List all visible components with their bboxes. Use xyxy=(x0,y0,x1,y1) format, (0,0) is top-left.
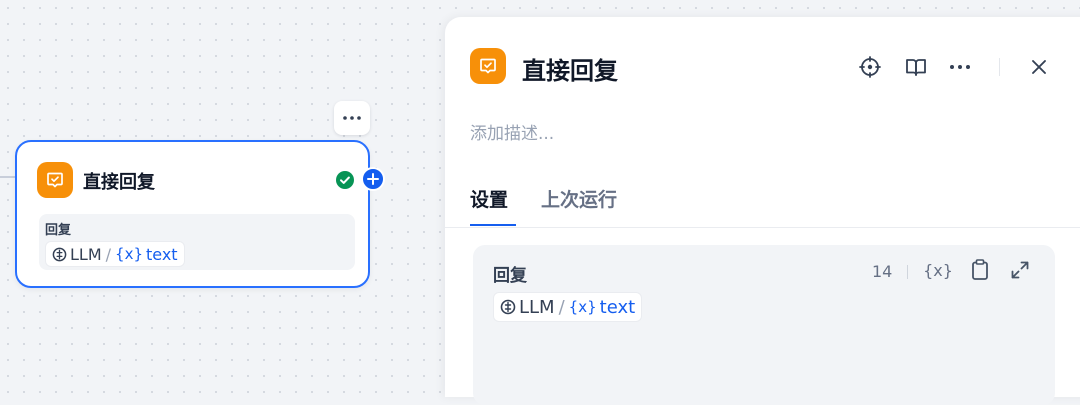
llm-icon xyxy=(52,247,67,261)
expand-icon xyxy=(1011,261,1029,279)
variable-source: LLM xyxy=(70,244,102,264)
node-reply-field: 回复 LLM / {x} text xyxy=(39,214,355,270)
tab-settings[interactable]: 设置 xyxy=(470,185,508,212)
character-count: 14 xyxy=(872,262,893,281)
more-icon xyxy=(343,116,361,120)
reply-icon xyxy=(470,48,506,84)
variable-chip[interactable]: LLM / {x} text xyxy=(493,292,643,322)
variable-separator: / xyxy=(558,296,565,318)
reply-editor[interactable]: 回复 14 {x} LLM / {x} text xyxy=(473,245,1055,405)
reply-icon xyxy=(37,162,73,198)
tabs-divider xyxy=(445,227,1080,228)
insert-variable-icon: {x} xyxy=(923,260,953,280)
description-input[interactable]: 添加描述... xyxy=(470,119,554,144)
node-settings-panel: 直接回复 添加描述... 设置 上次运行 回复 14 {x} LLM / {x}… xyxy=(445,17,1080,405)
llm-icon xyxy=(500,299,516,315)
copy-icon xyxy=(972,259,988,280)
more-icon xyxy=(950,65,970,69)
reply-label: 回复 xyxy=(493,266,527,286)
variable-name: text xyxy=(599,296,636,318)
copy-button[interactable] xyxy=(967,257,993,283)
edge-connector xyxy=(0,176,16,178)
workflow-node-direct-reply[interactable]: 直接回复 回复 LLM / {x} text xyxy=(15,140,385,288)
success-check-icon xyxy=(336,171,354,189)
variable-prefix-icon: {x} xyxy=(568,298,597,316)
help-docs-button[interactable] xyxy=(903,54,929,80)
tab-last-run[interactable]: 上次运行 xyxy=(541,185,617,212)
close-icon xyxy=(1032,60,1046,74)
variable-source: LLM xyxy=(519,296,555,318)
node-more-button[interactable] xyxy=(334,101,370,135)
variable-prefix-icon: {x} xyxy=(115,245,143,263)
node-title: 直接回复 xyxy=(83,172,155,193)
add-icon xyxy=(367,173,379,185)
book-icon xyxy=(906,59,926,76)
add-next-node-button[interactable] xyxy=(361,167,385,191)
node-reply-label: 回复 xyxy=(45,223,72,238)
header-divider xyxy=(999,58,1000,76)
insert-variable-button[interactable]: {x} xyxy=(923,257,953,283)
expand-button[interactable] xyxy=(1007,257,1033,283)
active-tab-indicator xyxy=(470,224,516,226)
close-button[interactable] xyxy=(1026,54,1052,80)
variable-name: text xyxy=(146,244,178,264)
variable-chip[interactable]: LLM / {x} text xyxy=(45,241,185,267)
panel-more-button[interactable] xyxy=(947,54,973,80)
locate-button[interactable] xyxy=(857,54,883,80)
locate-icon xyxy=(859,56,881,78)
toolbar-divider xyxy=(907,265,908,279)
panel-title[interactable]: 直接回复 xyxy=(522,51,618,86)
variable-separator: / xyxy=(105,244,112,264)
